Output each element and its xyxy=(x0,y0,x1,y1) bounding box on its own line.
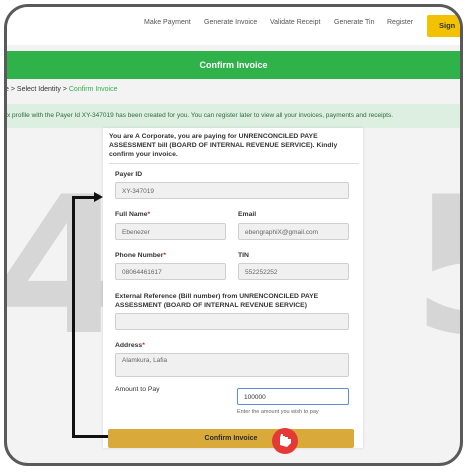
breadcrumb-home[interactable]: e xyxy=(7,86,9,93)
required-mark: * xyxy=(163,252,166,259)
required-mark: * xyxy=(147,211,151,218)
tin-field[interactable]: 552252252 xyxy=(238,263,349,280)
invoice-intro: You are A Corporate, you are paying for … xyxy=(109,132,359,164)
breadcrumb-current: Confirm Invoice xyxy=(68,86,118,93)
full-name-field[interactable]: Ebenezer xyxy=(115,223,226,240)
confirm-invoice-button[interactable]: Confirm Invoice xyxy=(108,429,354,448)
nav-generate-invoice[interactable]: Generate Invoice xyxy=(204,19,257,26)
payer-id-label: Payer ID xyxy=(115,171,143,178)
full-name-label: Full Name* xyxy=(115,211,151,218)
address-field[interactable]: Alamkura, Lafia xyxy=(115,353,349,377)
top-nav: Make Payment Generate Invoice Validate R… xyxy=(7,7,460,45)
pointer-hand-icon xyxy=(272,428,298,454)
nav-register[interactable]: Register xyxy=(387,19,413,26)
email-label: Email xyxy=(238,211,257,218)
nav-validate-receipt[interactable]: Validate Receipt xyxy=(270,19,320,26)
amount-hint: Enter the amount you wish to pay xyxy=(237,409,319,415)
breadcrumb-select-identity[interactable]: Select Identity xyxy=(17,86,61,93)
amount-label: Amount to Pay xyxy=(115,386,160,393)
nav-generate-tin[interactable]: Generate Tin xyxy=(334,19,374,26)
signup-button[interactable]: Sign xyxy=(427,15,460,37)
amount-field[interactable]: 100000 xyxy=(237,388,349,405)
page-title: Confirm Invoice xyxy=(7,51,460,79)
annotation-arrow-line xyxy=(72,435,108,438)
breadcrumb: e > Select Identity > Confirm Invoice xyxy=(7,86,118,93)
phone-label: Phone Number* xyxy=(115,252,166,259)
breadcrumb-separator: > xyxy=(62,86,67,93)
external-reference-label: External Reference (Bill number) from UN… xyxy=(115,293,319,309)
invoice-card: You are A Corporate, you are paying for … xyxy=(103,128,363,448)
breadcrumb-separator: > xyxy=(10,86,15,93)
step-number-right: 5 xyxy=(412,172,460,362)
tin-label: TIN xyxy=(238,252,249,259)
phone-field[interactable]: 08064461617 xyxy=(115,263,226,280)
external-reference-field[interactable] xyxy=(115,313,349,330)
address-label: Address* xyxy=(115,342,145,349)
nav-make-payment[interactable]: Make Payment xyxy=(144,19,191,26)
profile-notice: x profile with the Payer Id XY-347019 ha… xyxy=(7,104,460,128)
payer-id-field[interactable]: XY-347019 xyxy=(115,182,349,199)
email-field[interactable]: ebengraphiX@gmail.com xyxy=(238,223,349,240)
required-mark: * xyxy=(142,342,145,349)
annotation-arrow-head-icon xyxy=(94,192,103,202)
annotation-arrow-line xyxy=(72,197,75,437)
